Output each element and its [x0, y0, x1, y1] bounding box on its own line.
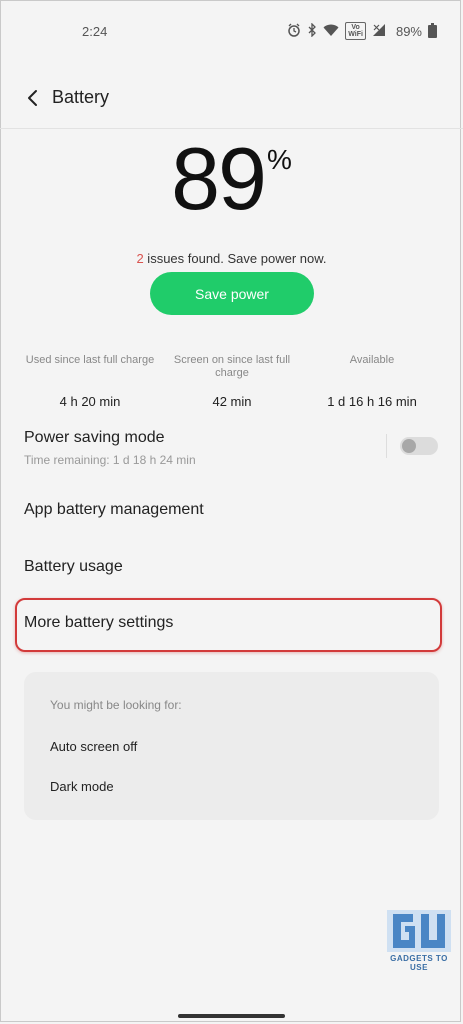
app-battery-management-row[interactable]: App battery management: [24, 501, 439, 519]
wifi-icon: [323, 24, 339, 39]
issues-text: issues found. Save power now.: [143, 251, 327, 266]
toggle-knob: [402, 439, 416, 453]
status-battery-percent: 89%: [395, 23, 422, 39]
suggestion-dark-mode[interactable]: Dark mode: [50, 779, 114, 794]
stat-used-since-charge: Used since last full charge 4 h 20 min: [20, 354, 160, 409]
gadgets-to-use-logo-mark: [387, 910, 451, 952]
signal-icon: [372, 23, 386, 39]
power-saving-title: Power saving mode: [24, 429, 165, 446]
status-time: 2:24: [82, 24, 108, 39]
status-icons: Vo WiFi 89%: [287, 22, 437, 40]
highlight-annotation: [15, 598, 442, 652]
issues-count: 2: [136, 251, 144, 266]
stat-value: 4 h 20 min: [59, 394, 121, 409]
gadgets-to-use-logo: GADGETS TO USE: [382, 910, 456, 972]
logo-text: GADGETS TO USE: [390, 954, 448, 972]
stat-label: Screen on since last full charge: [173, 354, 291, 379]
battery-icon: [428, 22, 437, 40]
issues-message: 2 issues found. Save power now.: [0, 251, 463, 266]
toggle-separator: [386, 434, 387, 458]
stat-value: 1 d 16 h 16 min: [327, 394, 417, 409]
battery-level-unit: %: [266, 144, 292, 175]
stat-label: Available: [349, 354, 395, 366]
app-battery-management-label: App battery management: [24, 501, 204, 518]
battery-usage-label: Battery usage: [24, 558, 123, 575]
page-title: Battery: [52, 87, 110, 107]
battery-level-display: 89%: [0, 128, 463, 230]
power-saving-mode-row[interactable]: Power saving mode Time remaining: 1 d 18…: [24, 429, 439, 467]
suggestions-card: You might be looking for: Auto screen of…: [24, 672, 439, 820]
battery-level-number: 89: [171, 129, 267, 228]
back-arrow-icon[interactable]: [24, 86, 42, 110]
stat-label: Used since last full charge: [25, 354, 155, 366]
battery-usage-row[interactable]: Battery usage: [24, 558, 439, 576]
suggestion-auto-screen-off[interactable]: Auto screen off: [50, 739, 137, 754]
save-power-button[interactable]: Save power: [150, 272, 314, 315]
vowifi-icon: Vo WiFi: [345, 22, 366, 40]
alarm-icon: [287, 23, 301, 39]
bluetooth-icon: [307, 22, 317, 39]
status-bar: 2:24 Vo WiFi 89%: [0, 20, 463, 46]
suggestions-heading: You might be looking for:: [50, 698, 182, 712]
stat-value: 42 min: [212, 394, 252, 409]
power-saving-subtitle: Time remaining: 1 d 18 h 24 min: [24, 453, 196, 467]
app-header: Battery: [0, 80, 463, 128]
power-saving-toggle[interactable]: [400, 437, 438, 455]
stat-screen-on: Screen on since last full charge 42 min: [162, 354, 302, 409]
stat-available: Available 1 d 16 h 16 min: [302, 354, 442, 409]
home-indicator[interactable]: [178, 1014, 285, 1018]
